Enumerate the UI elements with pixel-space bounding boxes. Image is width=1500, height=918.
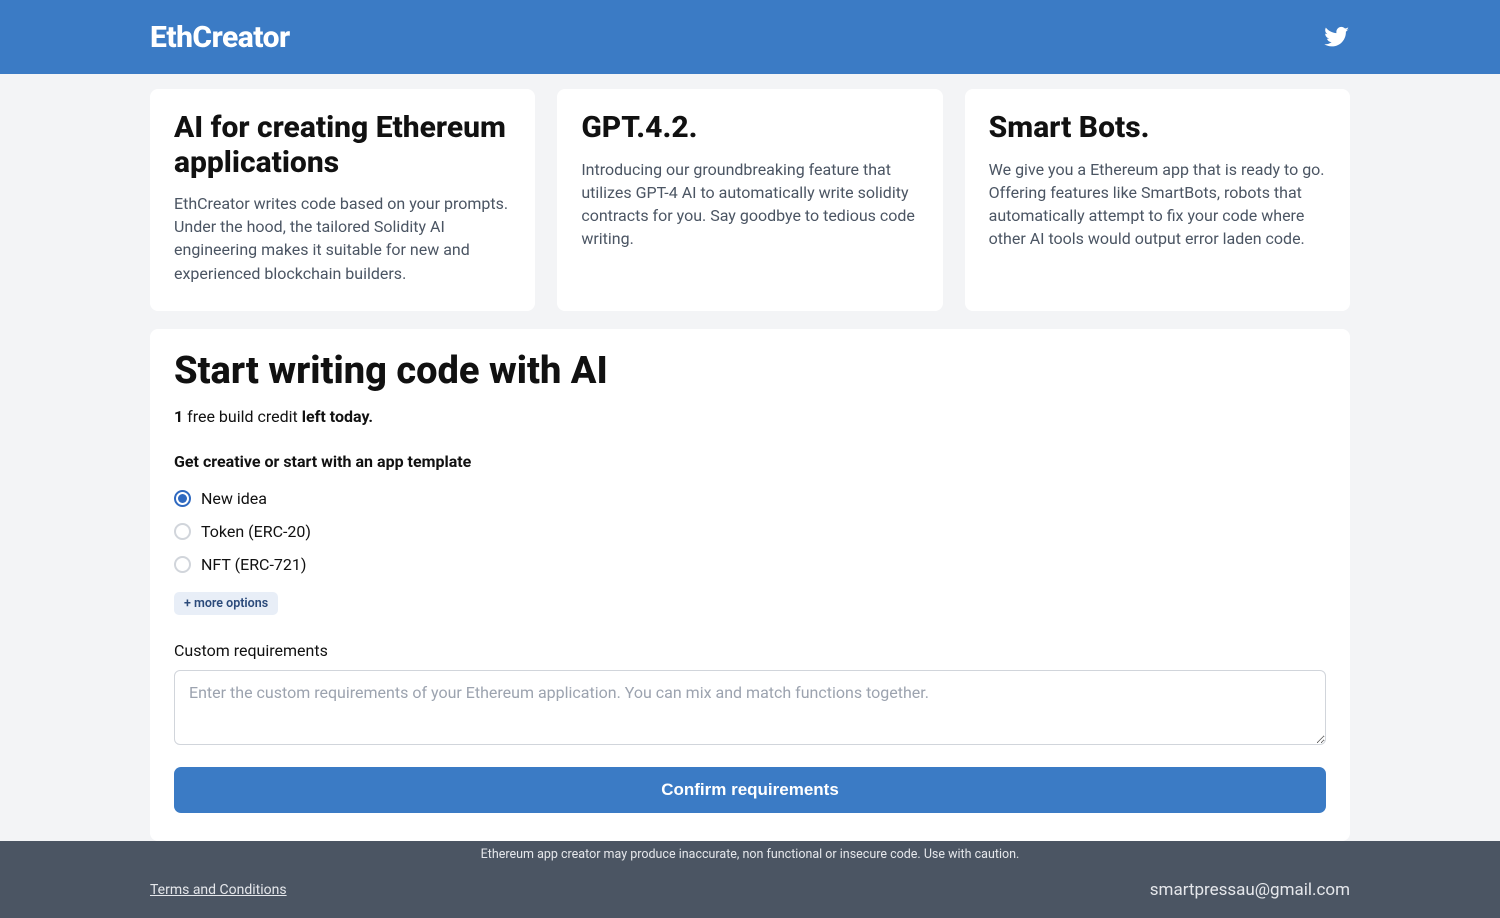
card-body: We give you a Ethereum app that is ready… (989, 158, 1326, 251)
credit-count: 1 (174, 407, 183, 426)
custom-requirements-input[interactable] (174, 670, 1326, 745)
radio-option-erc721[interactable]: NFT (ERC-721) (174, 555, 1326, 574)
panel-heading: Start writing code with AI (174, 349, 1326, 393)
template-prompt: Get creative or start with an app templa… (174, 452, 1326, 471)
disclaimer-bar: Ethereum app creator may produce inaccur… (0, 841, 1500, 868)
radio-icon (174, 523, 191, 540)
radio-label: NFT (ERC-721) (201, 555, 306, 574)
radio-label: Token (ERC-20) (201, 522, 311, 541)
more-options-button[interactable]: + more options (174, 592, 278, 615)
feature-card-gpt: GPT.4.2. Introducing our groundbreaking … (557, 89, 942, 311)
card-title: AI for creating Ethereum applications (174, 111, 511, 180)
footer: Terms and Conditions smartpressau@gmail.… (0, 868, 1500, 918)
twitter-icon[interactable] (1324, 24, 1350, 50)
radio-icon (174, 556, 191, 573)
feature-card-ai: AI for creating Ethereum applications Et… (150, 89, 535, 311)
radio-label: New idea (201, 489, 267, 508)
feature-cards-row: AI for creating Ethereum applications Et… (150, 89, 1350, 311)
radio-option-new-idea[interactable]: New idea (174, 489, 1326, 508)
credit-line: 1 free build credit left today. (174, 407, 1326, 426)
radio-icon (174, 490, 191, 507)
card-body: EthCreator writes code based on your pro… (174, 192, 511, 285)
confirm-requirements-button[interactable]: Confirm requirements (174, 767, 1326, 813)
brand-logo[interactable]: EthCreator (150, 20, 290, 55)
feature-card-smartbots: Smart Bots. We give you a Ethereum app t… (965, 89, 1350, 311)
credit-suffix: left today. (302, 407, 373, 426)
radio-option-erc20[interactable]: Token (ERC-20) (174, 522, 1326, 541)
card-title: GPT.4.2. (581, 111, 918, 146)
start-panel: Start writing code with AI 1 free build … (150, 329, 1350, 841)
custom-requirements-label: Custom requirements (174, 641, 1326, 660)
card-body: Introducing our groundbreaking feature t… (581, 158, 918, 251)
card-title: Smart Bots. (989, 111, 1326, 146)
contact-email-link[interactable]: smartpressau@gmail.com (1150, 880, 1350, 900)
terms-link[interactable]: Terms and Conditions (150, 882, 287, 898)
app-header: EthCreator (0, 0, 1500, 74)
credit-mid: free build credit (183, 407, 302, 426)
